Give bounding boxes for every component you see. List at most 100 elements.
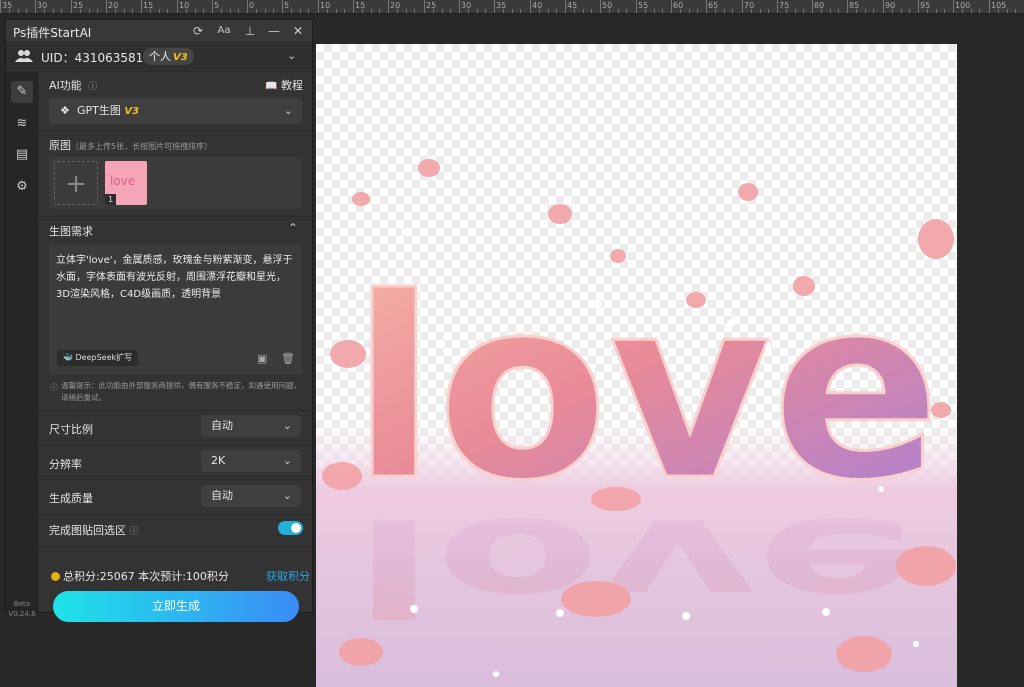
ruler-minor-tick bbox=[795, 9, 796, 13]
ruler-minor-tick bbox=[61, 9, 62, 13]
ruler-label: 90 bbox=[885, 1, 896, 10]
ruler-tick bbox=[953, 0, 954, 13]
ruler-label: 40 bbox=[532, 1, 543, 10]
prompt-textarea[interactable]: 立体字'love'，金属质感，玫瑰金与粉紫渐变，悬浮于水面，字体表面有波光反射，… bbox=[49, 244, 302, 374]
ruler-minor-tick bbox=[786, 9, 787, 13]
ruler-minor-tick bbox=[44, 9, 45, 13]
ai-function-value: GPT生图 bbox=[77, 104, 121, 117]
version-beta: Beta bbox=[13, 600, 31, 608]
ruler-tick bbox=[742, 0, 743, 13]
divider bbox=[39, 546, 312, 547]
ruler-tick bbox=[247, 0, 248, 13]
quality-label: 生成质量 bbox=[49, 492, 93, 505]
ai-function-dropdown[interactable]: ❖ GPT生图 V3 ⌄ bbox=[49, 98, 302, 124]
ruler-minor-tick bbox=[971, 9, 972, 13]
prompt-label: 生图需求 bbox=[49, 225, 93, 238]
info-icon[interactable]: ⓘ bbox=[88, 82, 97, 92]
ruler-minor-tick bbox=[574, 9, 575, 13]
image-thumbnail[interactable]: love 1 bbox=[105, 161, 147, 205]
ruler-minor-tick bbox=[344, 9, 345, 13]
ai-function-label: AI功能 ⓘ bbox=[49, 77, 97, 93]
ruler-label: 0 bbox=[249, 1, 255, 10]
source-image-hint: （最多上传5张，长按图片可拖拽排序） bbox=[71, 142, 213, 151]
ruler-minor-tick bbox=[768, 9, 769, 13]
ruler-minor-tick bbox=[362, 9, 363, 13]
quality-select[interactable]: 自动 ⌄ bbox=[201, 485, 301, 507]
ruler-minor-tick bbox=[609, 9, 610, 13]
info-icon[interactable]: ⓘ bbox=[130, 527, 139, 537]
ruler-minor-tick bbox=[414, 9, 415, 13]
get-points-link[interactable]: 获取积分 bbox=[266, 568, 310, 584]
prompt-text[interactable]: 立体字'love'，金属质感，玫瑰金与粉紫渐变，悬浮于水面，字体表面有波光反射，… bbox=[56, 252, 296, 303]
ruler-minor-tick bbox=[892, 9, 893, 13]
ruler-tick bbox=[388, 0, 389, 13]
pin-icon[interactable]: ⊥ bbox=[242, 23, 258, 39]
ruler-tick bbox=[177, 0, 178, 13]
edit-icon[interactable]: ✎ bbox=[11, 81, 33, 103]
document-canvas[interactable]: love love bbox=[316, 44, 957, 687]
ruler-minor-tick bbox=[468, 9, 469, 13]
ruler-minor-tick bbox=[873, 9, 874, 13]
ruler-tick bbox=[282, 0, 283, 13]
divider bbox=[39, 130, 312, 131]
resolution-select[interactable]: 2K ⌄ bbox=[201, 450, 301, 472]
ruler-label: 25 bbox=[426, 1, 437, 10]
chevron-down-icon: ⌄ bbox=[283, 104, 293, 117]
generate-button[interactable]: 立即生成 bbox=[53, 591, 299, 622]
ruler-label: 5 bbox=[214, 1, 220, 10]
ruler-label: 55 bbox=[638, 1, 649, 10]
ruler-minor-tick bbox=[124, 9, 125, 13]
font-size-icon[interactable]: Aa bbox=[216, 23, 232, 39]
notice-info-icon: ⓘ bbox=[50, 383, 58, 392]
ruler-minor-tick bbox=[115, 9, 116, 13]
panel-sidebar: ✎ ≋ ▤ ⚙ Beta V0.24.8 bbox=[6, 72, 38, 618]
ruler-minor-tick bbox=[150, 9, 151, 13]
ruler-minor-tick bbox=[830, 9, 831, 13]
add-image-button[interactable]: + bbox=[54, 161, 98, 205]
clipboard-icon[interactable]: ▤ bbox=[11, 144, 33, 166]
gear-icon[interactable]: ⚙ bbox=[11, 176, 33, 198]
ruler-minor-tick bbox=[979, 9, 980, 13]
close-icon[interactable]: ✕ bbox=[290, 23, 306, 39]
love-artwork: love love bbox=[316, 159, 957, 687]
ruler-minor-tick bbox=[450, 9, 451, 13]
startai-plugin-panel: Ps插件StartAI ⟳ Aa ⊥ — ✕ UID：4310635814 个人… bbox=[5, 19, 313, 622]
chevron-down-icon[interactable]: ⌄ bbox=[287, 49, 296, 62]
ruler-tick bbox=[318, 0, 319, 13]
resolution-label: 分辨率 bbox=[49, 458, 82, 471]
paste-back-toggle[interactable] bbox=[278, 521, 303, 535]
ruler-minor-tick bbox=[53, 9, 54, 13]
ruler-minor-tick bbox=[1007, 9, 1008, 13]
ruler-minor-tick bbox=[909, 9, 910, 13]
aspect-ratio-select[interactable]: 自动 ⌄ bbox=[201, 415, 301, 437]
layers-icon[interactable]: ≋ bbox=[11, 113, 33, 135]
ruler-minor-tick bbox=[18, 9, 19, 13]
source-image-label: 原图（最多上传5张，长按图片可拖拽排序） bbox=[49, 137, 212, 153]
refresh-icon[interactable]: ⟳ bbox=[190, 23, 206, 39]
ruler-tick bbox=[0, 0, 1, 13]
ruler-minor-tick bbox=[327, 9, 328, 13]
ruler-minor-tick bbox=[80, 9, 81, 13]
points-summary: 总积分:25067 本次预计:100积分 bbox=[51, 568, 229, 584]
ruler-minor-tick bbox=[159, 9, 160, 13]
panel-main: AI功能 ⓘ 📖 教程 ❖ GPT生图 V3 ⌄ 原图（最多上传5张，长按图片可… bbox=[39, 72, 312, 622]
ruler-minor-tick bbox=[556, 9, 557, 13]
ruler-tick bbox=[565, 0, 566, 13]
ruler-tick bbox=[883, 0, 884, 13]
prompt-library-icon[interactable]: ▣ bbox=[257, 352, 267, 365]
deepseek-expand-button[interactable]: 🐳 DeepSeek扩写 bbox=[57, 350, 139, 366]
chevron-up-icon[interactable]: ⌃ bbox=[288, 221, 298, 235]
divider bbox=[39, 444, 312, 445]
ruler-minor-tick bbox=[265, 9, 266, 13]
ruler-minor-tick bbox=[203, 9, 204, 13]
panel-titlebar[interactable]: Ps插件StartAI ⟳ Aa ⊥ — ✕ bbox=[6, 20, 312, 42]
ruler-minor-tick bbox=[680, 9, 681, 13]
ruler-label: 45 bbox=[567, 1, 578, 10]
plan-version: V3 bbox=[173, 52, 188, 63]
ruler-minor-tick bbox=[291, 9, 292, 13]
minimize-icon[interactable]: — bbox=[266, 23, 282, 39]
tutorial-link[interactable]: 📖 教程 bbox=[265, 77, 303, 93]
ruler-minor-tick bbox=[732, 9, 733, 13]
account-bar[interactable]: UID：4310635814 个人 V3 ⌄ bbox=[6, 43, 312, 71]
trash-icon[interactable]: 🗑 bbox=[281, 352, 295, 365]
